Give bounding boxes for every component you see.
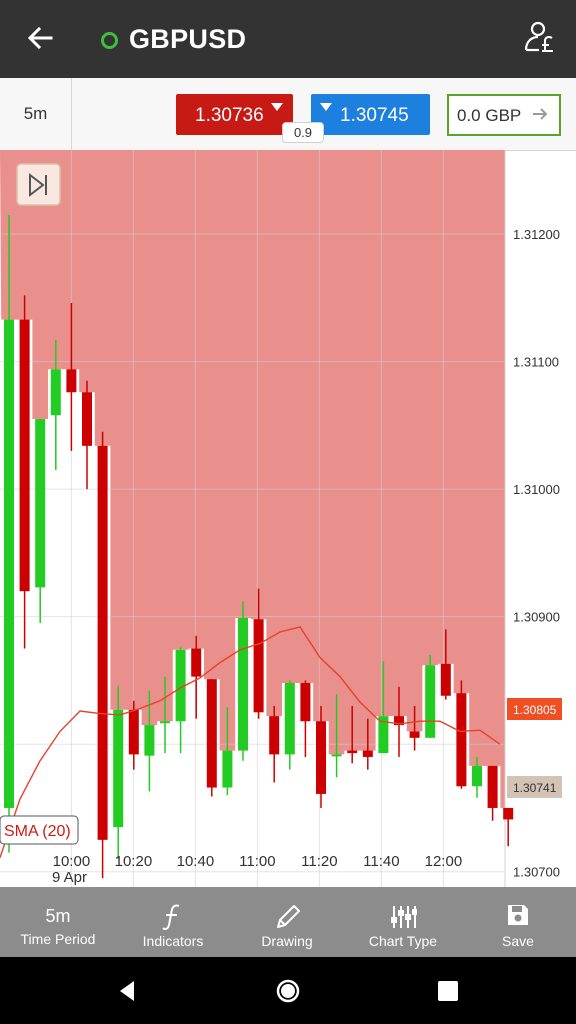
- buy-price: 1.30745: [340, 105, 409, 126]
- candle-body: [503, 807, 514, 820]
- candle-body: [487, 765, 498, 808]
- x-axis-tick-label: 10:40: [177, 853, 215, 870]
- sma-indicator-label: SMA (20): [4, 823, 71, 840]
- y-axis-tick-label: 1.30900: [513, 610, 560, 625]
- system-nav-bar: [0, 957, 576, 1024]
- candle-body: [19, 319, 30, 592]
- sell-price: 1.30736: [195, 105, 264, 126]
- candle-body: [316, 721, 326, 794]
- candle-body: [409, 731, 420, 738]
- candle-body: [206, 679, 217, 788]
- back-button[interactable]: [20, 18, 60, 58]
- function-icon: [162, 904, 180, 930]
- candle-body: [97, 445, 108, 840]
- candle-body: [331, 754, 342, 757]
- candle-body: [113, 709, 124, 828]
- candle-body: [440, 663, 451, 696]
- account-button[interactable]: [522, 20, 562, 60]
- save-label: Save: [502, 933, 534, 949]
- drawing-label: Drawing: [261, 933, 313, 949]
- amount-button[interactable]: 0.0 GBP: [447, 94, 561, 136]
- x-axis-tick-label: 11:00: [239, 853, 275, 870]
- bid-price-tag: 1.30805: [507, 698, 562, 720]
- arrow-right-icon: [533, 108, 548, 120]
- candlestick-chart[interactable]: 1.31200 1.31100 1.31000 1.30900 1.30700 10:0…: [0, 150, 576, 887]
- y-axis-tick-label: 1.31200: [513, 227, 560, 242]
- spread-badge: 0.9: [282, 122, 324, 143]
- amount-value: 0.0 GBP: [457, 106, 522, 125]
- chart-type-label: Chart Type: [368, 933, 438, 949]
- candle-body: [269, 716, 280, 755]
- time-period-value: 5m: [45, 906, 71, 926]
- last-price-tag-label: 1.30741: [513, 781, 557, 795]
- time-period-button[interactable]: 5m Time Period: [12, 887, 104, 957]
- recents-square-icon[interactable]: [432, 975, 464, 1007]
- buy-button[interactable]: 1.30745: [311, 94, 430, 135]
- sell-down-arrow-icon: [271, 103, 283, 111]
- candle-body: [35, 419, 46, 588]
- date-label: 9 Apr: [52, 869, 87, 886]
- sma-indicator-badge[interactable]: SMA (20): [0, 815, 79, 845]
- indicators-button[interactable]: Indicators: [128, 887, 218, 957]
- candle: [206, 679, 217, 797]
- candle-body: [362, 750, 373, 757]
- buy-down-arrow-icon: [320, 103, 332, 111]
- time-period-label: Time Period: [20, 931, 96, 947]
- timeframe-label: 5m: [23, 104, 48, 123]
- candle-body: [66, 369, 77, 393]
- y-axis-tick-label: 1.30700: [513, 865, 560, 880]
- last-price-tag: 1.30741: [507, 776, 562, 798]
- candle-body: [347, 750, 358, 754]
- x-axis-tick-label: 10:00: [53, 853, 91, 870]
- chart-toolbar: 5m Time Period Indicators Drawing Chart …: [0, 887, 576, 957]
- sliders-icon: [391, 906, 417, 928]
- y-axis-tick-label: 1.31100: [513, 355, 559, 370]
- x-axis-tick-label: 11:20: [301, 853, 337, 870]
- candle-body: [300, 682, 311, 722]
- candle-body: [82, 392, 92, 446]
- candle: [97, 431, 108, 879]
- x-axis-tick-label: 11:40: [363, 853, 399, 870]
- y-axis-tick-label: 1.31000: [513, 482, 560, 497]
- back-arrow-icon: [27, 26, 53, 50]
- x-axis-tick-label: 10:20: [115, 853, 153, 870]
- candle-body: [284, 682, 295, 755]
- back-triangle-icon[interactable]: [112, 975, 144, 1007]
- candle-body: [4, 319, 14, 808]
- pencil-icon: [277, 905, 300, 928]
- top-app-bar: GBPUSD: [0, 0, 576, 78]
- candle: [456, 680, 467, 789]
- candle-body: [222, 750, 233, 788]
- candle-body: [144, 725, 155, 756]
- drawing-button[interactable]: Drawing: [242, 887, 332, 957]
- candle: [425, 654, 436, 738]
- chart-type-button[interactable]: Chart Type: [358, 887, 448, 957]
- home-circle-icon[interactable]: [272, 975, 304, 1007]
- candle-body: [160, 721, 170, 724]
- floppy-disk-icon: [508, 905, 528, 925]
- candle-body: [128, 709, 139, 755]
- candle: [238, 601, 248, 761]
- candle-body: [425, 665, 436, 738]
- candle-body: [456, 693, 467, 787]
- candle-body: [472, 765, 482, 787]
- x-axis-tick-label: 12:00: [425, 853, 463, 870]
- sell-button[interactable]: 1.30736: [176, 94, 293, 135]
- candle-body: [238, 617, 248, 751]
- candle-body: [50, 369, 61, 416]
- instrument-title: GBPUSD: [129, 24, 247, 54]
- timeframe-selector[interactable]: 5m: [0, 78, 72, 150]
- bid-price-tag-label: 1.30805: [513, 703, 557, 717]
- status-dot-icon: [101, 32, 118, 49]
- candle-body: [253, 619, 264, 713]
- price-chart[interactable]: 1.31200 1.31100 1.31000 1.30900 1.30700 10:0…: [0, 150, 576, 887]
- candle-body: [191, 648, 202, 677]
- skip-to-end-button[interactable]: [16, 163, 61, 206]
- account-pound-icon: [524, 21, 553, 52]
- save-button[interactable]: Save: [478, 887, 558, 957]
- indicators-label: Indicators: [142, 933, 204, 949]
- candle: [316, 705, 326, 808]
